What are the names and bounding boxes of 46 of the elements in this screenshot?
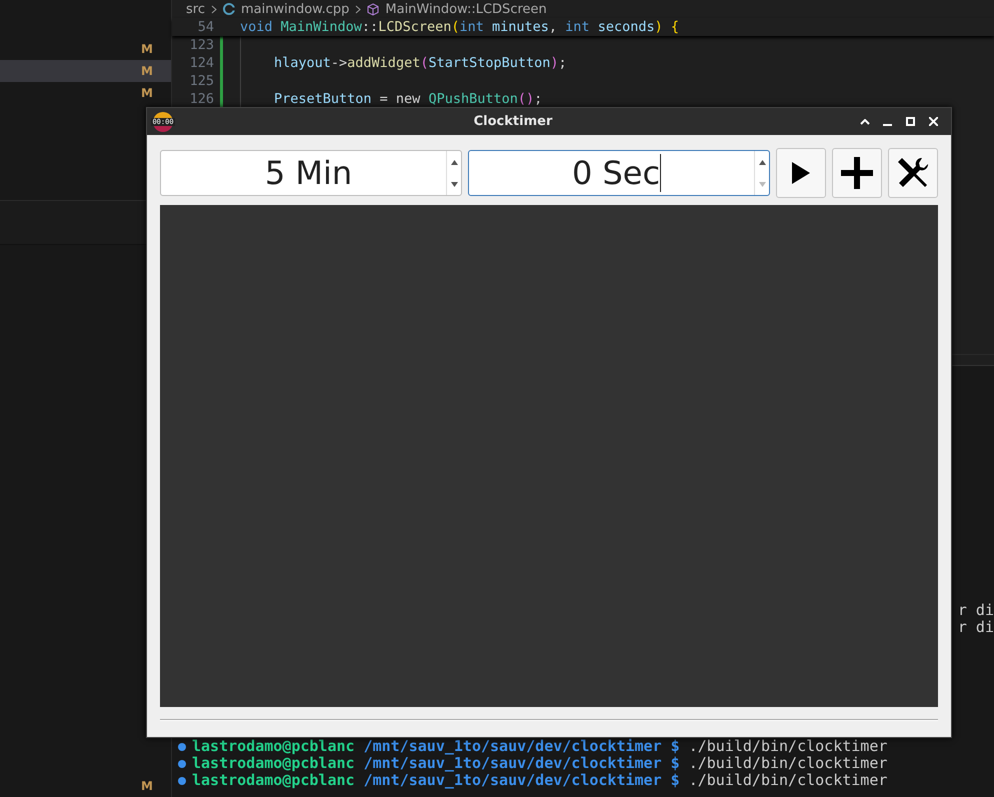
explorer-item[interactable]: M: [0, 82, 171, 104]
chevron-up-icon: [860, 118, 870, 124]
modified-label: M: [141, 86, 153, 100]
terminal-output: r di: [958, 602, 994, 619]
modified-label: M: [141, 64, 153, 78]
play-button[interactable]: [776, 148, 826, 198]
plus-icon: [841, 157, 873, 189]
terminal-line: lastrodamo@pcblanc /mnt/sauv_1to/sauv/dev/clocktimer $ ./build/bin/clocktimer: [192, 755, 888, 772]
tools-icon: [896, 156, 930, 190]
prompt-dot-icon: [178, 776, 186, 784]
breadcrumb-item[interactable]: mainwindow.cpp: [240, 2, 350, 16]
cpp-file-icon: [222, 3, 235, 15]
prompt-dot-icon: [178, 760, 186, 768]
explorer-item[interactable]: M: [0, 775, 171, 797]
terminal-line: lastrodamo@pcblanc /mnt/sauv_1to/sauv/dev/clocktimer $ ./build/bin/clocktimer: [192, 738, 888, 755]
spin-box[interactable]: 5 Min: [160, 150, 462, 196]
code-line: hlayout->addWidget(StartStopButton);: [274, 55, 567, 71]
add-button[interactable]: [832, 148, 882, 198]
line-number: 54: [196, 19, 215, 35]
line-number: 126: [188, 91, 215, 107]
close-icon: [929, 117, 938, 126]
tools-button[interactable]: [888, 148, 938, 198]
breadcrumb-item[interactable]: MainWindow::LCDScreen: [385, 2, 547, 16]
play-icon: [792, 162, 810, 184]
spin-box[interactable]: 0 Sec: [468, 150, 770, 196]
explorer-item[interactable]: M: [0, 60, 171, 82]
explorer-item[interactable]: M: [0, 38, 171, 60]
modified-label: M: [141, 42, 153, 56]
modified-label: M: [141, 779, 153, 793]
maximize-icon: [906, 117, 915, 126]
window-title: Clocktimer: [472, 114, 554, 129]
minimize-icon: [883, 124, 892, 126]
cube-icon: [367, 2, 380, 16]
spin-value: 0 Sec: [572, 154, 662, 192]
breadcrumb-item[interactable]: src: [186, 2, 205, 16]
line-number: 123: [188, 37, 215, 53]
spin-value: 5 Min: [264, 154, 352, 192]
chevron-icon: [210, 4, 217, 14]
prompt-dot-icon: [178, 742, 186, 750]
line-number: 125: [188, 73, 215, 89]
terminal-output: r di: [958, 619, 994, 636]
code-line: void MainWindow::LCDScreen(int minutes, int seconds) {: [240, 19, 679, 35]
terminal-line: lastrodamo@pcblanc /mnt/sauv_1to/sauv/dev/clocktimer $ ./build/bin/clocktimer: [192, 772, 888, 789]
chevron-icon: [355, 4, 362, 14]
code-line: PresetButton = new QPushButton();: [274, 91, 542, 107]
line-number: 124: [188, 55, 215, 71]
